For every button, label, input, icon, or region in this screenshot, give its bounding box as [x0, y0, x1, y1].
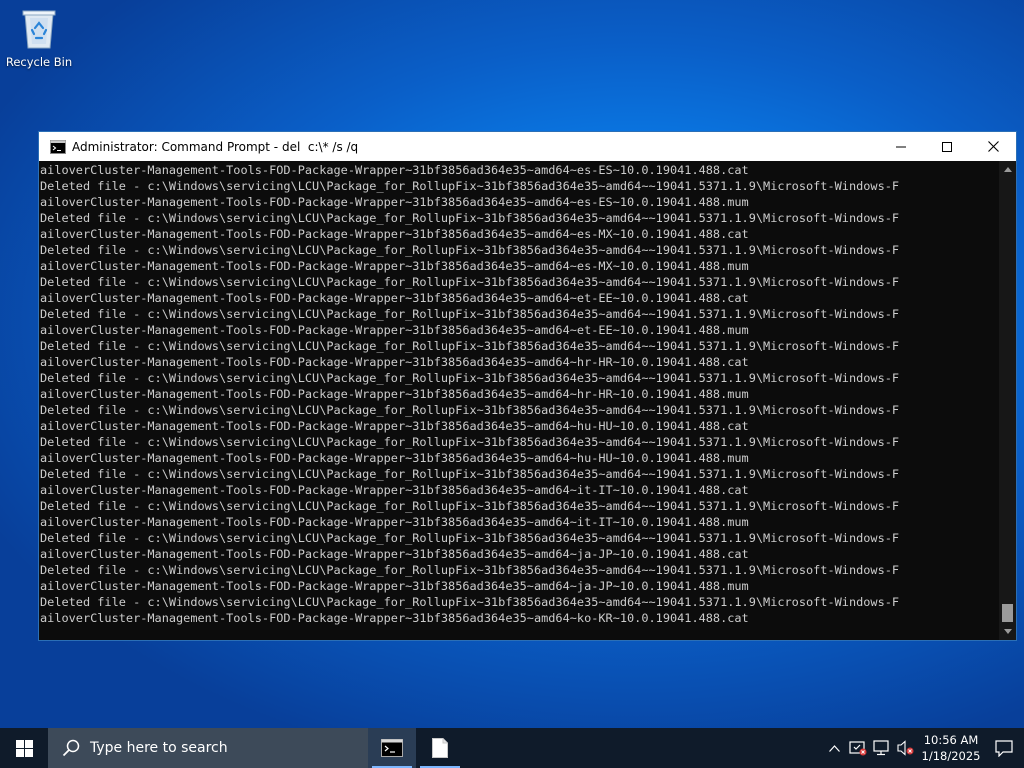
command-prompt-window[interactable]: Administrator: Command Prompt - del c:\*… [38, 131, 1017, 641]
close-button[interactable] [970, 132, 1016, 161]
scroll-thumb[interactable] [1002, 604, 1013, 622]
console-line: Deleted file - c:\Windows\servicing\LCU\… [40, 531, 900, 545]
console-line: Deleted file - c:\Windows\servicing\LCU\… [40, 435, 900, 449]
console-line: ailoverCluster-Management-Tools-FOD-Pack… [40, 355, 749, 369]
scroll-up-button[interactable] [999, 161, 1016, 178]
console-line: ailoverCluster-Management-Tools-FOD-Pack… [40, 163, 749, 177]
vertical-scrollbar[interactable] [999, 161, 1016, 640]
taskbar-item-document[interactable] [416, 728, 464, 768]
window-titlebar[interactable]: Administrator: Command Prompt - del c:\*… [39, 132, 1016, 161]
clock-time: 10:56 AM [923, 733, 979, 747]
triangle-down-icon [1003, 629, 1012, 634]
console-line: ailoverCluster-Management-Tools-FOD-Pack… [40, 387, 749, 401]
console-line: Deleted file - c:\Windows\servicing\LCU\… [40, 467, 900, 481]
console-line: ailoverCluster-Management-Tools-FOD-Pack… [40, 291, 749, 305]
action-center-button[interactable] [984, 728, 1024, 768]
console-line: Deleted file - c:\Windows\servicing\LCU\… [40, 403, 900, 417]
close-icon [987, 141, 999, 152]
console-line: ailoverCluster-Management-Tools-FOD-Pack… [40, 579, 749, 593]
console-line: Deleted file - c:\Windows\servicing\LCU\… [40, 307, 900, 321]
window-controls [878, 132, 1016, 161]
console-line: Deleted file - c:\Windows\servicing\LCU\… [40, 563, 900, 577]
volume-muted-icon [897, 740, 914, 756]
console-line: ailoverCluster-Management-Tools-FOD-Pack… [40, 611, 749, 625]
search-icon [62, 739, 80, 757]
console-line: Deleted file - c:\Windows\servicing\LCU\… [40, 371, 900, 385]
taskbar: Type here to search 10:56 AM 1/18/2025 [0, 728, 1024, 768]
console-line: ailoverCluster-Management-Tools-FOD-Pack… [40, 195, 749, 209]
minimize-icon [896, 146, 906, 147]
console-line: Deleted file - c:\Windows\servicing\LCU\… [40, 595, 900, 609]
console-line: ailoverCluster-Management-Tools-FOD-Pack… [40, 547, 749, 561]
scroll-down-button[interactable] [999, 623, 1016, 640]
taskbar-item-command-prompt[interactable] [368, 728, 416, 768]
start-button[interactable] [0, 728, 48, 768]
system-tray: 10:56 AM 1/18/2025 [822, 728, 1024, 768]
console-line: Deleted file - c:\Windows\servicing\LCU\… [40, 179, 900, 193]
network-tray-button[interactable] [870, 728, 894, 768]
console-line: Deleted file - c:\Windows\servicing\LCU\… [40, 275, 900, 289]
triangle-up-icon [1003, 167, 1012, 172]
search-placeholder: Type here to search [90, 740, 228, 756]
security-warning-icon [849, 741, 867, 756]
window-title: Administrator: Command Prompt - del c:\*… [72, 139, 359, 154]
console-line: Deleted file - c:\Windows\servicing\LCU\… [40, 211, 900, 225]
console-line: Deleted file - c:\Windows\servicing\LCU\… [40, 499, 900, 513]
console-line: ailoverCluster-Management-Tools-FOD-Pack… [40, 227, 749, 241]
taskbar-search-box[interactable]: Type here to search [48, 728, 368, 768]
taskbar-clock[interactable]: 10:56 AM 1/18/2025 [918, 732, 984, 764]
show-hidden-icons-button[interactable] [822, 728, 846, 768]
console-line: ailoverCluster-Management-Tools-FOD-Pack… [40, 483, 749, 497]
chevron-up-icon [828, 744, 840, 752]
notification-icon [995, 739, 1013, 757]
console-line: ailoverCluster-Management-Tools-FOD-Pack… [40, 323, 749, 337]
console-line: ailoverCluster-Management-Tools-FOD-Pack… [40, 419, 749, 433]
maximize-button[interactable] [924, 132, 970, 161]
network-icon [873, 740, 889, 756]
clock-date: 1/18/2025 [921, 749, 981, 763]
console-output[interactable]: ailoverCluster-Management-Tools-FOD-Pack… [39, 161, 999, 640]
console-line: ailoverCluster-Management-Tools-FOD-Pack… [40, 515, 749, 529]
file-icon [432, 738, 448, 758]
desktop-icon-recycle-bin[interactable]: Recycle Bin [4, 6, 74, 78]
minimize-button[interactable] [878, 132, 924, 161]
console-line: ailoverCluster-Management-Tools-FOD-Pack… [40, 259, 749, 273]
cmd-icon [50, 139, 66, 154]
recycle-bin-label: Recycle Bin [5, 55, 73, 69]
console-line: Deleted file - c:\Windows\servicing\LCU\… [40, 339, 900, 353]
volume-tray-button[interactable] [894, 728, 918, 768]
recycle-bin-icon [22, 10, 56, 49]
maximize-icon [942, 141, 952, 152]
security-tray-button[interactable] [846, 728, 870, 768]
windows-logo-icon [15, 739, 33, 757]
console-line: ailoverCluster-Management-Tools-FOD-Pack… [40, 451, 749, 465]
console-line: Deleted file - c:\Windows\servicing\LCU\… [40, 243, 900, 257]
cmd-icon [381, 739, 403, 757]
